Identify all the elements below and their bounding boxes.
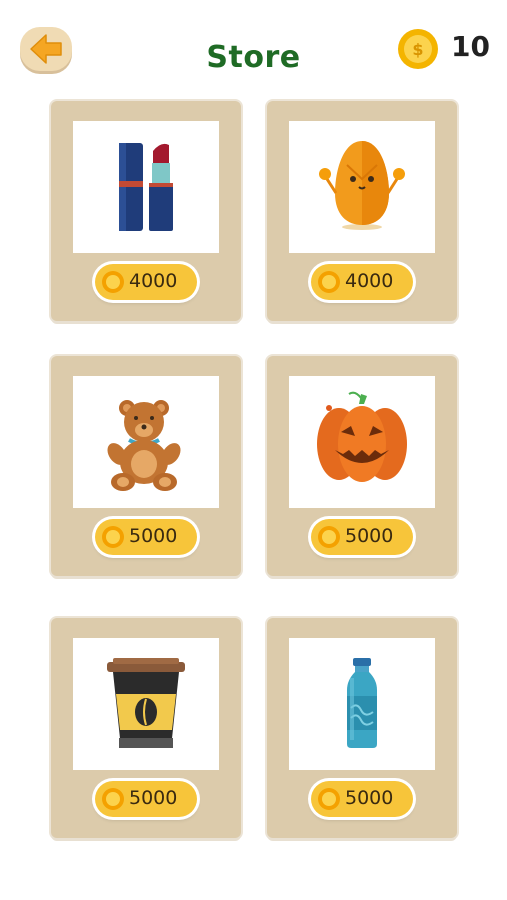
gold-coin-icon — [102, 271, 124, 293]
store-item-teddy-bear[interactable]: 5000 — [51, 356, 241, 576]
store-item-coffee-cup[interactable]: 5000 — [51, 618, 241, 838]
store-item-water-bottle[interactable]: 5000 — [267, 618, 457, 838]
price-button[interactable]: 5000 — [311, 519, 413, 555]
store-item-egg-character[interactable]: 4000 — [267, 101, 457, 321]
item-image — [73, 121, 219, 253]
price-button[interactable]: 5000 — [95, 781, 197, 817]
gold-coin-icon — [318, 271, 340, 293]
gold-coin-icon — [318, 788, 340, 810]
price-label: 4000 — [129, 270, 178, 292]
water-bottle-icon — [347, 658, 377, 748]
price-label: 4000 — [345, 270, 394, 292]
store-item-lipstick[interactable]: 4000 — [51, 101, 241, 321]
gold-coin-icon — [318, 526, 340, 548]
gold-coin-icon — [102, 788, 124, 810]
price-label: 5000 — [345, 787, 394, 809]
price-button[interactable]: 4000 — [95, 264, 197, 300]
price-label: 5000 — [345, 525, 394, 547]
store-item-pumpkin[interactable]: 5000 — [267, 356, 457, 576]
store-grid: 4000 4000 5000 5000 5000 5000 — [0, 0, 507, 900]
item-image — [289, 638, 435, 770]
coffee-cup-icon — [107, 658, 185, 748]
price-label: 5000 — [129, 787, 178, 809]
item-image — [289, 376, 435, 508]
gold-coin-icon — [102, 526, 124, 548]
jack-o-lantern-icon — [317, 391, 407, 482]
price-button[interactable]: 5000 — [95, 519, 197, 555]
price-label: 5000 — [129, 525, 178, 547]
price-button[interactable]: 4000 — [311, 264, 413, 300]
item-image — [289, 121, 435, 253]
item-image — [73, 376, 219, 508]
teddy-bear-icon — [107, 400, 181, 491]
egg-character-icon — [319, 141, 405, 230]
price-button[interactable]: 5000 — [311, 781, 413, 817]
item-image — [73, 638, 219, 770]
lipstick-icon — [119, 143, 173, 231]
